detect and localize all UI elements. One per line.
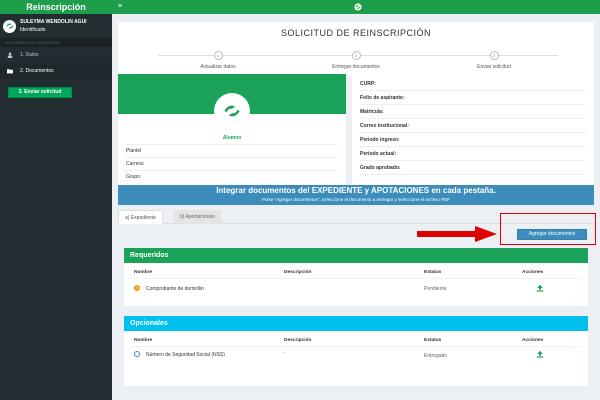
- step-label: Entregar documentos: [332, 64, 380, 70]
- user-icon: [7, 52, 15, 59]
- folder-icon: [7, 68, 15, 75]
- user-name: SULEYMA WENDOLIN AGUI: [20, 19, 87, 25]
- user-status: Identificado: [20, 27, 46, 33]
- banner-subtitle: Pulse "Agregar documentos", seleccione e…: [261, 197, 451, 202]
- top-navbar: ≡: [112, 0, 600, 14]
- menu-toggle-icon[interactable]: ≡: [118, 3, 122, 11]
- required-documents-box: Requeridos Nombre Descripción Estatus Ac…: [124, 248, 588, 306]
- user-avatar-icon: [3, 19, 16, 33]
- sidebar-section-header: INFORMACION REQUERIDA: [0, 38, 112, 47]
- user-panel: SULEYMA WENDOLIN AGUI Identificado: [0, 14, 112, 38]
- detail-field: Folio de aspirante:: [360, 92, 586, 105]
- pointer-arrow-icon: [417, 226, 497, 242]
- progress-wizard: SOLICITUD DE REINSCRIPCIÓN 1 Actualizar …: [118, 22, 594, 77]
- col-header-name: Nombre: [134, 270, 153, 275]
- col-header-description: Descripción: [284, 270, 312, 275]
- upload-icon[interactable]: [536, 350, 544, 358]
- sidebar-item-documentos[interactable]: 2. Documentos: [0, 63, 112, 79]
- wizard-step-3[interactable]: 3 Enviar solicitud: [454, 51, 534, 70]
- user-info: SULEYMA WENDOLIN AGUI Identificado: [20, 18, 87, 34]
- detail-field: Grado aprobado:: [360, 162, 586, 175]
- sidebar-item-label: 2. Documentos: [20, 68, 54, 74]
- step-number: 3: [489, 51, 499, 60]
- box-title: Opcionales: [124, 316, 588, 331]
- col-header-description: Descripción: [284, 338, 312, 343]
- document-status: Pendiente: [424, 286, 447, 292]
- step-label: Actualizar datos: [200, 64, 236, 70]
- box-title: Requeridos: [124, 248, 588, 263]
- student-details: CURP: Folio de aspirante: Matrícula: Cor…: [352, 74, 594, 189]
- profile-card: Alumno Plantel Carrera: Grupo:: [118, 74, 346, 189]
- logo-icon: [354, 3, 362, 11]
- page-title: SOLICITUD DE REINSCRIPCIÓN: [280, 28, 432, 38]
- document-name: Número de Seguridad Social (NSS): [146, 352, 225, 358]
- warning-icon: !: [134, 285, 140, 291]
- main-content: SOLICITUD DE REINSCRIPCIÓN 1 Actualizar …: [112, 14, 600, 400]
- add-documents-button[interactable]: Agregar documentos: [517, 229, 587, 240]
- step-number: 1: [213, 51, 223, 60]
- wizard-step-1[interactable]: 1 Actualizar datos: [178, 51, 258, 70]
- detail-field: Periodo actual:: [360, 148, 586, 161]
- instructions-banner: Integrar documentos del EXPEDIENTE y APO…: [118, 185, 594, 205]
- sidebar-item-label: 1. Datos: [20, 52, 39, 58]
- document-description: -: [284, 350, 286, 356]
- wizard-step-2[interactable]: 2 Entregar documentos: [316, 51, 396, 70]
- detail-field: Correo institucional:: [360, 120, 586, 133]
- optional-documents-box: Opcionales Nombre Descripción Estatus Ac…: [124, 316, 588, 386]
- send-request-button[interactable]: 3. Enviar solicitud: [8, 87, 72, 98]
- col-header-actions: Acciones: [522, 270, 544, 275]
- profile-field: Carrera:: [126, 157, 338, 169]
- row-divider: [130, 346, 582, 347]
- col-header-status: Estatus: [424, 270, 442, 275]
- profile-field: Grupo:: [126, 170, 338, 182]
- col-header-status: Estatus: [424, 338, 442, 343]
- detail-field: Periodo ingreso:: [360, 134, 586, 147]
- profile-field: Plantel: [126, 144, 338, 156]
- info-icon: [134, 351, 140, 357]
- detail-field: CURP:: [360, 78, 586, 91]
- tab-expediente[interactable]: a) Expediente: [118, 210, 163, 224]
- app-brand[interactable]: Reinscripción: [0, 0, 112, 14]
- banner-title: Integrar documentos del EXPEDIENTE y APO…: [216, 186, 496, 195]
- col-header-actions: Acciones: [522, 338, 544, 343]
- tab-aportaciones[interactable]: b) Aportaciones: [174, 210, 221, 224]
- document-status: Entregado: [424, 353, 448, 359]
- document-name: Comprobante de domicilio: [146, 286, 205, 292]
- sidebar-item-datos[interactable]: 1. Datos: [0, 47, 112, 63]
- col-header-name: Nombre: [134, 338, 153, 343]
- step-number: 2: [351, 51, 361, 60]
- row-divider: [130, 278, 582, 279]
- profile-role: Alumno: [222, 135, 242, 141]
- step-label: Enviar solicitud: [477, 64, 511, 70]
- profile-logo-icon: [214, 93, 250, 129]
- upload-icon[interactable]: [536, 284, 544, 292]
- sidebar: Reinscripción SULEYMA WENDOLIN AGUI Iden…: [0, 0, 112, 400]
- detail-field: Matrícula:: [360, 106, 586, 119]
